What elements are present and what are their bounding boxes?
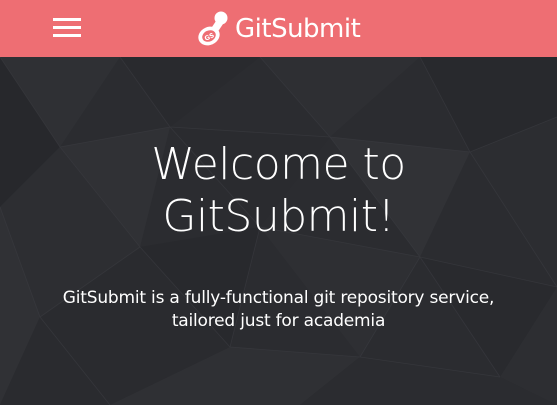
hero-title: Welcome to GitSubmit! bbox=[20, 139, 537, 243]
hero-subtitle-line2: tailored just for academia bbox=[171, 311, 386, 331]
brand-name: GitSubmit bbox=[235, 14, 361, 44]
navbar: GS GitSubmit bbox=[0, 0, 557, 57]
menu-bar bbox=[53, 18, 81, 21]
brand-logo-link[interactable]: GS GitSubmit bbox=[195, 8, 361, 50]
menu-bar bbox=[53, 34, 81, 37]
hero-title-line2: GitSubmit! bbox=[162, 191, 395, 242]
hero-subtitle: GitSubmit is a fully-functional git repo… bbox=[12, 287, 545, 333]
rubber-stamp-icon: GS bbox=[198, 11, 228, 46]
hero-title-line1: Welcome to bbox=[151, 139, 406, 190]
hamburger-menu-icon[interactable] bbox=[53, 18, 81, 38]
hero-subtitle-line1: GitSubmit is a fully-functional git repo… bbox=[62, 288, 495, 308]
page: GS GitSubmit Welcome to GitSubmit! GitSu… bbox=[0, 0, 557, 405]
hero-section: Welcome to GitSubmit! GitSubmit is a ful… bbox=[0, 57, 557, 405]
menu-bar bbox=[53, 26, 81, 29]
